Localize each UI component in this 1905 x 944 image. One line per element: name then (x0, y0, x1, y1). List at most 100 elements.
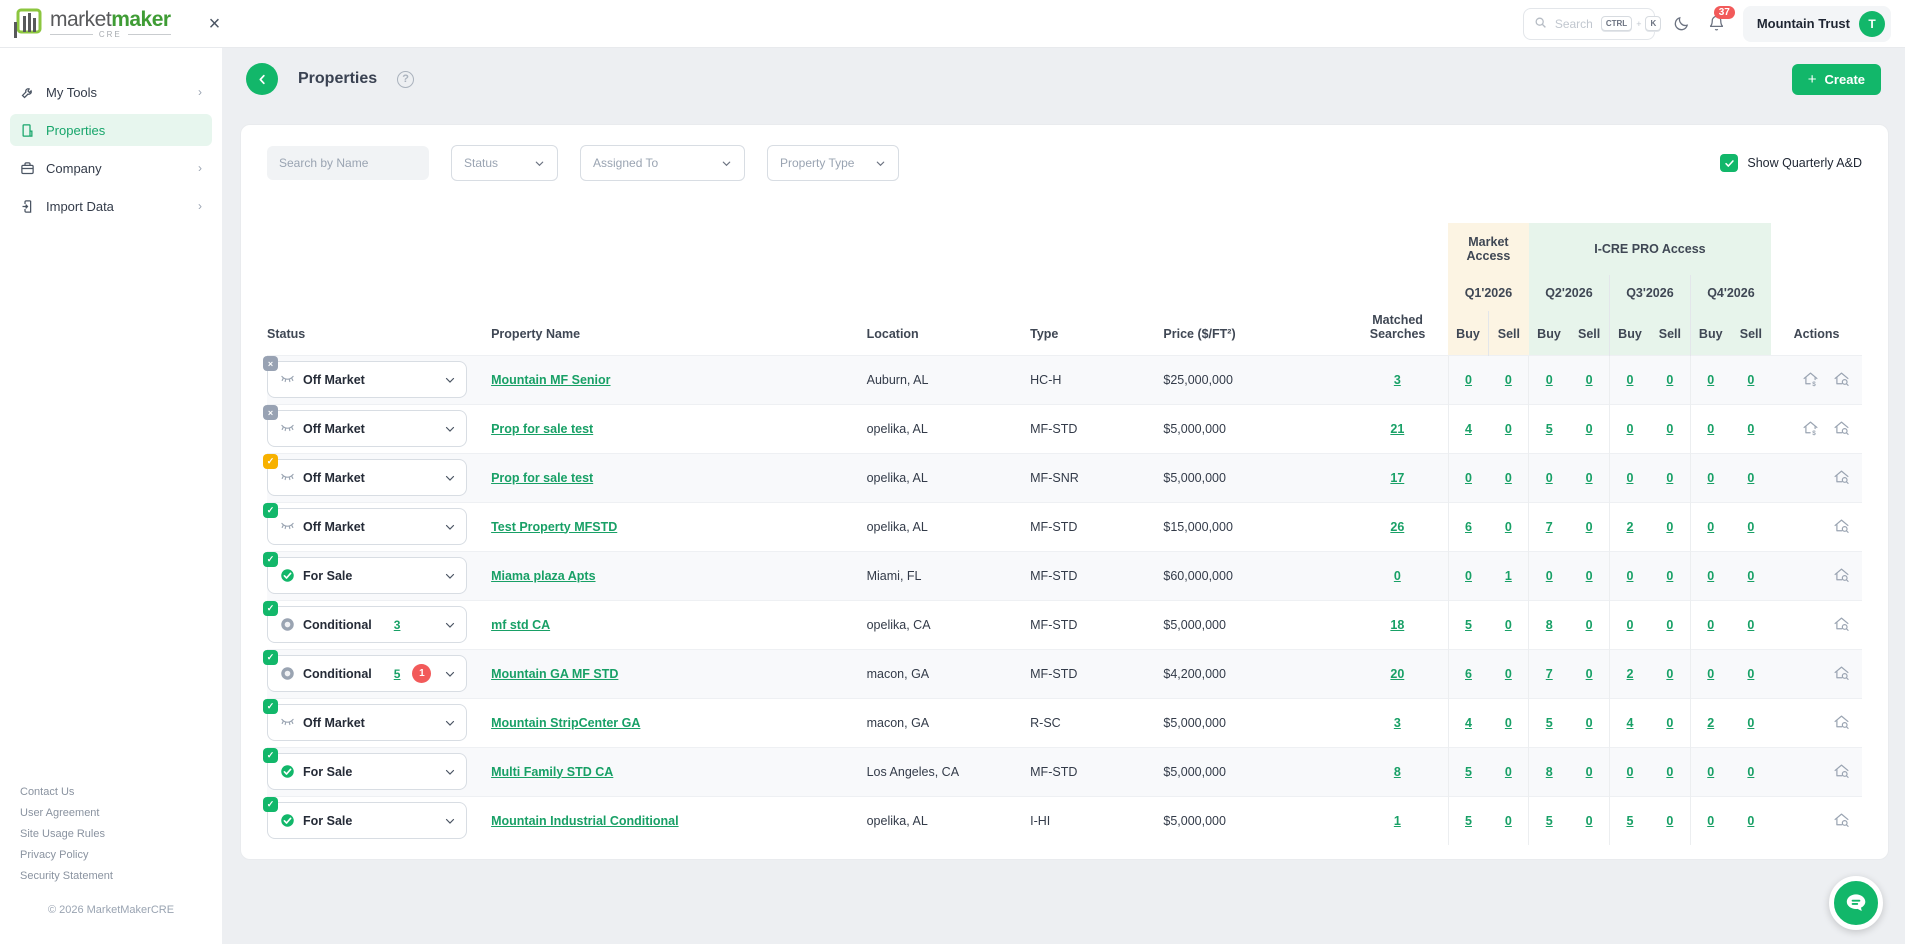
notifications-button[interactable]: 37 (1708, 15, 1725, 32)
buy-count-link[interactable]: 8 (1546, 765, 1553, 779)
buy-count-link[interactable]: 5 (1465, 618, 1472, 632)
chat-button[interactable] (1829, 876, 1883, 930)
matched-searches-link[interactable]: 26 (1390, 520, 1404, 534)
buy-count-link[interactable]: 0 (1627, 569, 1634, 583)
house-dollar-icon[interactable]: $ (1802, 371, 1819, 388)
show-quarterly-checkbox[interactable] (1720, 154, 1738, 172)
sell-count-link[interactable]: 0 (1747, 422, 1754, 436)
buy-count-link[interactable]: 5 (1546, 716, 1553, 730)
property-name-link[interactable]: Test Property MFSTD (491, 520, 617, 534)
buy-count-link[interactable]: 4 (1465, 716, 1472, 730)
sell-count-link[interactable]: 0 (1666, 520, 1673, 534)
assigned-to-filter-select[interactable]: Assigned To (580, 145, 745, 181)
buy-count-link[interactable]: 0 (1707, 520, 1714, 534)
footer-link-site-usage-rules[interactable]: Site Usage Rules (20, 828, 202, 840)
sell-count-link[interactable]: 0 (1505, 667, 1512, 681)
sell-count-link[interactable]: 0 (1747, 765, 1754, 779)
footer-link-contact-us[interactable]: Contact Us (20, 786, 202, 798)
sell-count-link[interactable]: 0 (1586, 716, 1593, 730)
sell-count-link[interactable]: 0 (1586, 667, 1593, 681)
footer-link-security-statement[interactable]: Security Statement (20, 870, 202, 882)
status-count-link[interactable]: 5 (394, 667, 401, 681)
sell-count-link[interactable]: 0 (1586, 471, 1593, 485)
sell-count-link[interactable]: 0 (1505, 373, 1512, 387)
sell-count-link[interactable]: 0 (1586, 569, 1593, 583)
buy-count-link[interactable]: 0 (1707, 765, 1714, 779)
house-search-icon[interactable] (1833, 518, 1850, 535)
status-count-link[interactable]: 3 (394, 618, 401, 632)
buy-count-link[interactable]: 4 (1465, 422, 1472, 436)
sell-count-link[interactable]: 0 (1747, 520, 1754, 534)
sell-count-link[interactable]: 0 (1666, 618, 1673, 632)
sidebar-item-import-data[interactable]: Import Data › (10, 190, 212, 222)
status-dropdown[interactable]: ✓Conditional51 (267, 655, 467, 692)
sell-count-link[interactable]: 0 (1666, 716, 1673, 730)
property-name-link[interactable]: Multi Family STD CA (491, 765, 613, 779)
buy-count-link[interactable]: 4 (1627, 716, 1634, 730)
house-search-icon[interactable] (1833, 420, 1850, 437)
create-button[interactable]: + Create (1792, 64, 1881, 95)
buy-count-link[interactable]: 0 (1627, 422, 1634, 436)
status-dropdown[interactable]: ✓Off Market (267, 508, 467, 545)
sell-count-link[interactable]: 0 (1666, 569, 1673, 583)
dark-mode-toggle[interactable] (1673, 15, 1690, 32)
status-dropdown[interactable]: ×Off Market (267, 410, 467, 447)
footer-link-privacy-policy[interactable]: Privacy Policy (20, 849, 202, 861)
house-search-icon[interactable] (1833, 371, 1850, 388)
buy-count-link[interactable]: 0 (1707, 569, 1714, 583)
house-search-icon[interactable] (1833, 567, 1850, 584)
back-button[interactable] (246, 63, 278, 95)
sell-count-link[interactable]: 0 (1666, 471, 1673, 485)
sell-count-link[interactable]: 0 (1505, 765, 1512, 779)
sell-count-link[interactable]: 0 (1505, 716, 1512, 730)
house-search-icon[interactable] (1833, 665, 1850, 682)
buy-count-link[interactable]: 0 (1627, 765, 1634, 779)
sell-count-link[interactable]: 0 (1586, 814, 1593, 828)
status-dropdown[interactable]: ✓Off Market (267, 704, 467, 741)
buy-count-link[interactable]: 6 (1465, 520, 1472, 534)
matched-searches-link[interactable]: 20 (1390, 667, 1404, 681)
buy-count-link[interactable]: 0 (1627, 373, 1634, 387)
sell-count-link[interactable]: 0 (1505, 422, 1512, 436)
matched-searches-link[interactable]: 3 (1394, 716, 1401, 730)
buy-count-link[interactable]: 2 (1707, 716, 1714, 730)
sell-count-link[interactable]: 0 (1586, 765, 1593, 779)
buy-count-link[interactable]: 0 (1465, 373, 1472, 387)
property-name-link[interactable]: Mountain MF Senior (491, 373, 610, 387)
sell-count-link[interactable]: 0 (1666, 422, 1673, 436)
matched-searches-link[interactable]: 0 (1394, 569, 1401, 583)
sell-count-link[interactable]: 0 (1586, 520, 1593, 534)
status-dropdown[interactable]: ×Off Market (267, 361, 467, 398)
property-type-filter-select[interactable]: Property Type (767, 145, 899, 181)
sell-count-link[interactable]: 0 (1505, 520, 1512, 534)
buy-count-link[interactable]: 6 (1465, 667, 1472, 681)
buy-count-link[interactable]: 0 (1707, 618, 1714, 632)
status-filter-select[interactable]: Status (451, 145, 558, 181)
sell-count-link[interactable]: 0 (1666, 373, 1673, 387)
sell-count-link[interactable]: 0 (1747, 569, 1754, 583)
close-icon[interactable]: × (209, 14, 221, 34)
buy-count-link[interactable]: 5 (1546, 422, 1553, 436)
matched-searches-link[interactable]: 8 (1394, 765, 1401, 779)
buy-count-link[interactable]: 0 (1707, 667, 1714, 681)
sidebar-item-my-tools[interactable]: My Tools › (10, 76, 212, 108)
sell-count-link[interactable]: 0 (1505, 814, 1512, 828)
status-dropdown[interactable]: ✓Off Market (267, 459, 467, 496)
search-by-name-input[interactable] (267, 146, 429, 180)
matched-searches-link[interactable]: 3 (1394, 373, 1401, 387)
buy-count-link[interactable]: 7 (1546, 520, 1553, 534)
property-name-link[interactable]: Prop for sale test (491, 471, 593, 485)
property-name-link[interactable]: mf std CA (491, 618, 550, 632)
property-name-link[interactable]: Mountain GA MF STD (491, 667, 618, 681)
sell-count-link[interactable]: 0 (1747, 814, 1754, 828)
house-search-icon[interactable] (1833, 616, 1850, 633)
sell-count-link[interactable]: 0 (1747, 471, 1754, 485)
buy-count-link[interactable]: 5 (1465, 814, 1472, 828)
buy-count-link[interactable]: 5 (1465, 765, 1472, 779)
house-search-icon[interactable] (1833, 812, 1850, 829)
buy-count-link[interactable]: 2 (1627, 520, 1634, 534)
user-menu[interactable]: Mountain Trust T (1743, 6, 1891, 42)
global-search-input[interactable]: Search CTRL + K (1523, 8, 1655, 40)
sell-count-link[interactable]: 0 (1747, 373, 1754, 387)
sell-count-link[interactable]: 0 (1586, 618, 1593, 632)
